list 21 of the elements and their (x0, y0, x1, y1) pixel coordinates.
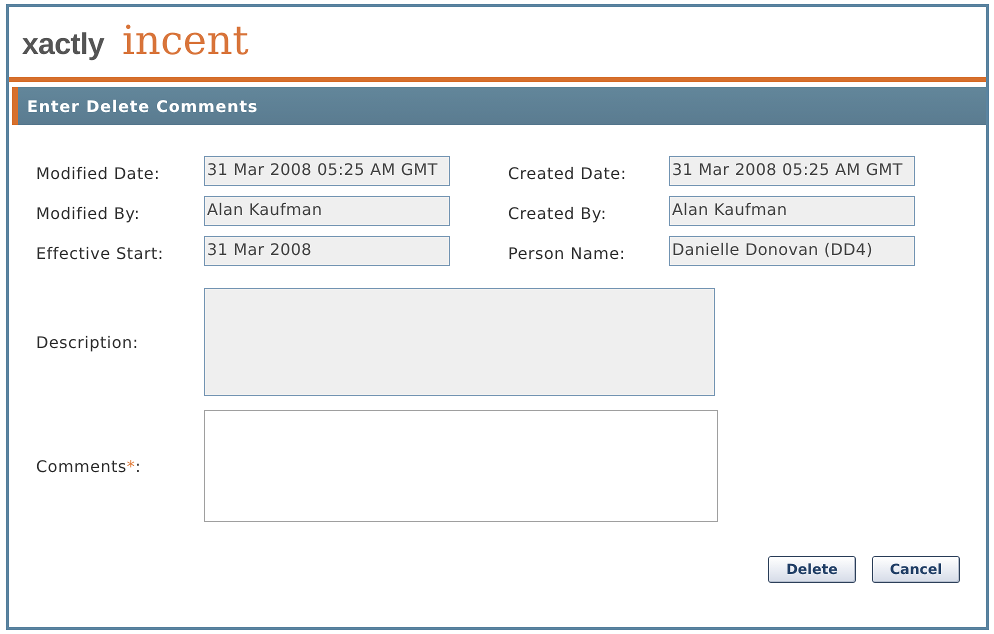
field-label: Created Date: (508, 162, 627, 182)
text-field[interactable]: Alan Kaufman (204, 196, 450, 226)
text-field[interactable]: 31 Mar 2008 05:25 AM GMT (669, 156, 915, 186)
form-button[interactable]: Cancel (872, 556, 960, 583)
field-label: Person Name: (508, 242, 626, 262)
product-name: incent (122, 18, 249, 64)
text-area[interactable] (204, 288, 715, 396)
field-label: Created By: (508, 202, 607, 222)
brand-name: xactly (22, 28, 104, 62)
form-button[interactable]: Delete (768, 556, 856, 583)
field-label: Modified Date: (36, 162, 160, 182)
field-label: Comments*: (36, 456, 142, 476)
text-field[interactable]: Danielle Donovan (DD4) (669, 236, 915, 266)
field-label: Description: (36, 332, 140, 352)
text-field[interactable]: 31 Mar 2008 (204, 236, 450, 266)
field-label: Modified By: (36, 202, 140, 222)
text-area[interactable] (204, 410, 718, 522)
field-label: Effective Start: (36, 242, 164, 262)
text-field[interactable]: Alan Kaufman (669, 196, 915, 226)
section-title: Enter Delete Comments (27, 96, 258, 116)
text-field[interactable]: 31 Mar 2008 05:25 AM GMT (204, 156, 450, 186)
